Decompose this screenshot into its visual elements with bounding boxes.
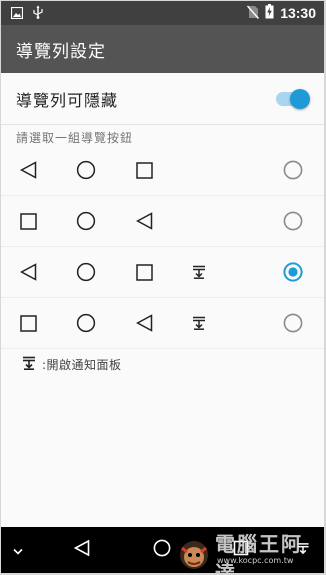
radio-button-selected[interactable] <box>283 262 303 282</box>
phone-screen: 13:30 導覽列設定 導覽列可隱藏 請選取一組導覽按鈕 :開啟通知面板 電腦王… <box>1 1 324 573</box>
nav-home-icon[interactable] <box>153 539 171 561</box>
notification-icon <box>188 261 210 283</box>
recent-icon <box>133 159 155 181</box>
layout-option-row[interactable] <box>1 196 324 247</box>
home-icon <box>75 261 97 283</box>
status-bar-right: 13:30 <box>247 3 316 23</box>
home-icon <box>75 210 97 232</box>
back-icon <box>17 159 39 181</box>
notification-legend-text: :開啟通知面板 <box>42 358 122 372</box>
status-bar-left <box>10 4 43 23</box>
button-layout-options <box>1 145 324 349</box>
watermark-mascot-icon <box>177 538 211 573</box>
usb-icon <box>33 4 43 23</box>
hide-navbar-toggle[interactable] <box>274 88 310 110</box>
home-icon <box>75 159 97 181</box>
watermark: 電腦王阿達 www.kocpc.com.tw <box>177 528 324 573</box>
layout-option-row[interactable] <box>1 247 324 298</box>
toggle-thumb <box>290 88 310 109</box>
image-icon <box>10 4 24 23</box>
recent-icon <box>17 312 39 334</box>
notification-icon <box>188 312 210 334</box>
back-icon <box>133 312 155 334</box>
layout-option-row[interactable] <box>1 298 324 349</box>
layout-option-row[interactable] <box>1 145 324 196</box>
app-bar: 導覽列設定 <box>1 25 324 73</box>
hide-navbar-label: 導覽列可隱藏 <box>16 90 119 110</box>
page-title: 導覽列設定 <box>16 41 106 62</box>
notification-legend: :開啟通知面板 <box>22 355 122 374</box>
section-label: 請選取一組導覽按鈕 <box>16 131 134 145</box>
hide-navbar-chevron-icon[interactable] <box>12 541 24 560</box>
back-icon <box>17 261 39 283</box>
watermark-text: 電腦王阿達 <box>215 532 303 573</box>
radio-button[interactable] <box>283 160 303 180</box>
status-bar: 13:30 <box>1 1 324 25</box>
watermark-url: www.kocpc.com.tw <box>217 556 294 565</box>
battery-charging-icon <box>265 3 274 23</box>
notification-icon <box>22 355 36 374</box>
status-time: 13:30 <box>280 5 316 21</box>
nav-back-icon[interactable] <box>73 539 90 561</box>
home-icon <box>75 312 97 334</box>
no-sim-icon <box>247 4 260 23</box>
radio-button[interactable] <box>283 313 303 333</box>
recent-icon <box>17 210 39 232</box>
hide-navbar-setting-row[interactable]: 導覽列可隱藏 <box>1 73 324 125</box>
recent-icon <box>133 261 155 283</box>
radio-button[interactable] <box>283 211 303 231</box>
back-icon <box>133 210 155 232</box>
